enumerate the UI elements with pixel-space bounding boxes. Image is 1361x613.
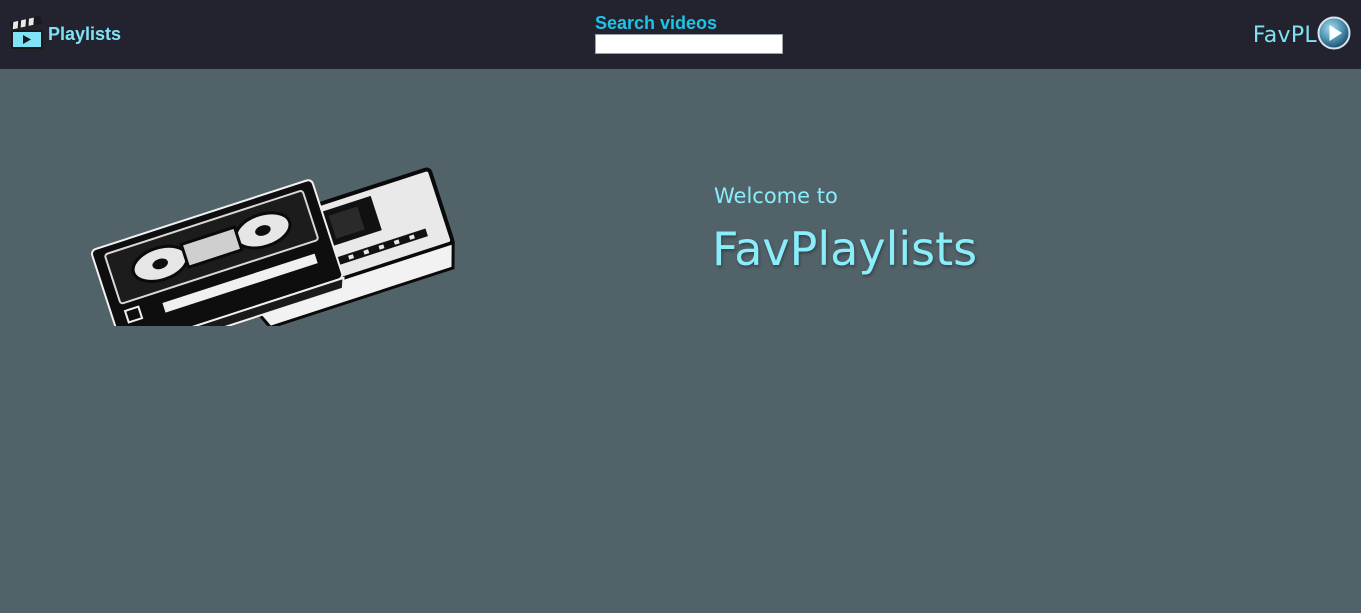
playlists-nav-label: Playlists [48, 23, 122, 44]
search-input[interactable] [595, 34, 783, 54]
clapperboard-play-icon [10, 16, 44, 50]
welcome-text: Welcome to [714, 184, 838, 208]
brand-logo[interactable]: FavPL [1253, 16, 1351, 55]
play-circle-icon [1317, 16, 1351, 55]
brand-label: FavPL [1252, 23, 1317, 48]
playlists-nav-link[interactable]: Playlists [10, 16, 121, 50]
top-navbar: Playlists Search videos FavPL [0, 0, 1361, 69]
search-box: Search videos [595, 13, 783, 54]
hero-title: FavPlaylists [712, 222, 978, 276]
search-label: Search videos [595, 13, 718, 33]
vhs-cassette-illustration [88, 146, 460, 359]
